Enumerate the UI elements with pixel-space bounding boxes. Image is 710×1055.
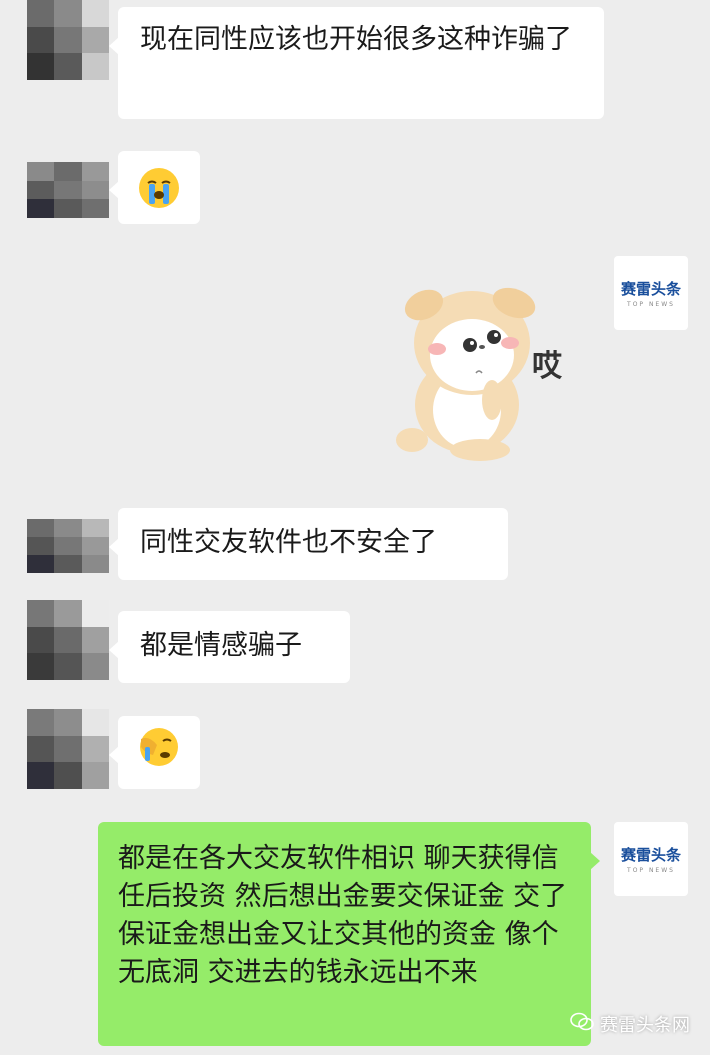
watermark: 赛雷头条网	[570, 1011, 690, 1037]
brand-avatar[interactable]: 赛雷头条 TOP NEWS	[614, 256, 688, 330]
avatar[interactable]	[27, 162, 109, 218]
puppy-sticker[interactable]: 哎	[392, 285, 577, 465]
brand-avatar[interactable]: 赛雷头条 TOP NEWS	[614, 822, 688, 896]
brand-name: 赛雷头条	[620, 280, 681, 298]
watermark-text: 赛雷头条网	[600, 1015, 690, 1036]
brand-name: 赛雷头条	[620, 846, 681, 864]
crying-face-emoji	[139, 167, 179, 208]
message-bubble[interactable]: 现在同性应该也开始很多这种诈骗了	[109, 7, 604, 119]
sticker-text: 哎	[532, 349, 562, 384]
message-text: 现在同性应该也开始很多这种诈骗了	[140, 24, 572, 55]
message-bubble[interactable]	[109, 151, 200, 224]
message-bubble[interactable]: 同性交友软件也不安全了	[109, 508, 508, 580]
message-bubble[interactable]	[109, 716, 200, 789]
avatar[interactable]	[27, 600, 109, 680]
brand-sub: TOP NEWS	[627, 301, 675, 308]
avatar[interactable]	[27, 519, 109, 573]
message-text: 都是在各大交友软件相识 聊天获得信任后投资 然后想出金要交保证金 交了保证金想出…	[118, 843, 568, 988]
message-bubble-self[interactable]: 都是在各大交友软件相识 聊天获得信任后投资 然后想出金要交保证金 交了保证金想出…	[98, 822, 600, 1046]
message-text: 都是情感骗子	[140, 630, 302, 661]
message-bubble[interactable]: 都是情感骗子	[109, 611, 350, 683]
avatar[interactable]	[27, 709, 109, 789]
avatar[interactable]	[27, 0, 109, 80]
message-text: 同性交友软件也不安全了	[140, 527, 437, 558]
face-palm-emoji	[139, 727, 179, 778]
brand-sub: TOP NEWS	[627, 867, 675, 874]
wechat-icon	[570, 1012, 594, 1037]
